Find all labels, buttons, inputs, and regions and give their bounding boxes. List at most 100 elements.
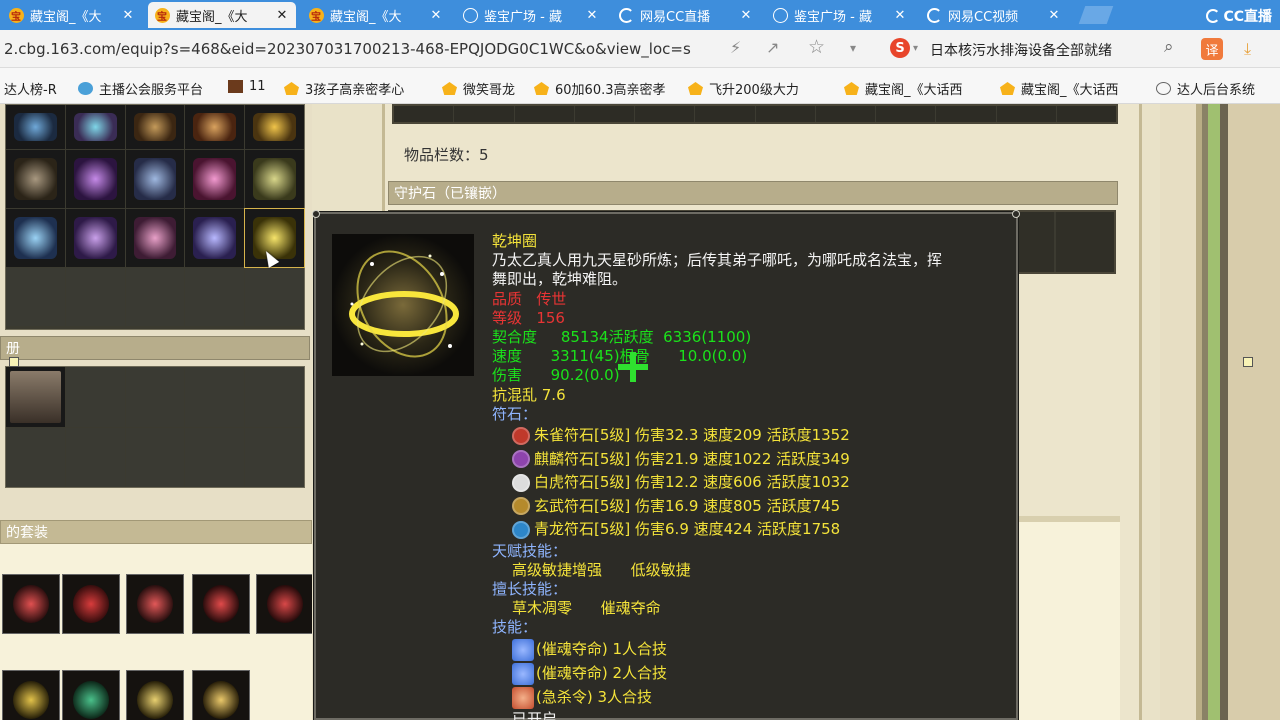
star-icon[interactable]: ☆ (808, 36, 825, 58)
skill-row: (催魂夺命) 1人合技 (512, 638, 992, 662)
bookmark-item[interactable]: 3孩子高亲密孝心 (284, 79, 404, 98)
cc-logo-icon (1206, 9, 1221, 23)
album-slot[interactable] (6, 367, 65, 427)
soul-snatch-skill-icon (512, 638, 534, 661)
bookmark-icon (78, 82, 93, 95)
close-icon[interactable]: ✕ (584, 8, 600, 23)
suit-item[interactable] (192, 670, 250, 720)
suit-item[interactable] (62, 574, 120, 634)
inventory-slot[interactable] (245, 105, 304, 149)
album-slot-empty[interactable] (125, 367, 185, 427)
suit-item[interactable] (256, 574, 314, 634)
inventory-slot[interactable] (185, 105, 245, 149)
bookmark-item[interactable]: 藏宝阁_《大话西 (1000, 79, 1119, 98)
album-slot-empty[interactable] (65, 367, 125, 427)
bookmark-item[interactable]: 11 (228, 79, 266, 94)
url-field[interactable]: 2.cbg.163.com/equip?s=468&eid=2023070317… (4, 40, 719, 58)
chevron-down-icon[interactable]: ▾ (850, 41, 856, 55)
inventory-slot[interactable] (125, 105, 185, 149)
search-input[interactable]: 日本核污水排海设备全部就绪 (930, 40, 1158, 60)
inventory-slot[interactable] (65, 209, 125, 267)
tab-cbg-3[interactable]: 宝 藏宝阁_《大 ✕ (302, 2, 450, 28)
bookmark-item[interactable]: 藏宝阁_《大话西 (844, 79, 963, 98)
inventory-slot[interactable] (245, 150, 304, 208)
close-icon[interactable]: ✕ (892, 8, 908, 23)
album-slot-empty[interactable] (245, 427, 304, 487)
close-icon[interactable]: ✕ (428, 8, 444, 23)
inventory-slot[interactable] (6, 209, 65, 267)
level-label: 等级 (492, 308, 523, 327)
tab-appraisal-1[interactable]: 鉴宝广场 - 藏 ✕ (456, 2, 606, 28)
fit-row: 契合度 85134活跃度 6336(1100) (492, 328, 992, 347)
album-slot-empty[interactable] (185, 367, 245, 427)
suit-item[interactable] (126, 670, 184, 720)
suit-item[interactable] (2, 574, 60, 634)
suit-item[interactable] (126, 574, 184, 634)
tab-cc-video[interactable]: 网易CC视频 ✕ (920, 2, 1068, 28)
bookmark-item[interactable]: 主播公会服务平台 (78, 79, 203, 98)
bookmark-item[interactable]: 飞升200级大力 (688, 79, 799, 98)
right-decoration (1160, 104, 1280, 720)
close-icon[interactable]: ✕ (274, 8, 290, 23)
inventory-slot[interactable] (125, 209, 185, 267)
album-slot-empty[interactable] (65, 427, 125, 487)
suit-item[interactable] (2, 670, 60, 720)
close-icon[interactable]: ✕ (120, 8, 136, 23)
close-icon[interactable]: ✕ (1046, 8, 1062, 23)
item-description: 乃太乙真人用九天星砂所炼；后传其弟子哪吒，为哪吒成名法宝，挥舞即出，乾坤难阻。 (492, 251, 943, 289)
resize-handle[interactable] (9, 357, 19, 367)
hit-value: 10.0(0.0) (678, 347, 748, 366)
specialty-skill: 草木凋零 (512, 599, 573, 618)
cbg-icon (534, 82, 549, 95)
inventory-slot[interactable] (185, 150, 245, 208)
bookmark-item[interactable]: 达人榜-R (4, 79, 57, 98)
scroll-item-icon (14, 158, 57, 200)
tab-appraisal-2[interactable]: 鉴宝广场 - 藏 ✕ (766, 2, 914, 28)
gauntlet-item-icon (14, 217, 57, 259)
engine-dropdown-icon[interactable]: ▾ (913, 43, 918, 54)
ribbon-item-icon (73, 158, 117, 200)
resize-handle[interactable] (1243, 357, 1253, 367)
share-icon[interactable]: ↗ (766, 38, 779, 57)
inventory-slot[interactable] (185, 209, 245, 267)
globe-icon (462, 7, 478, 23)
search-icon[interactable]: ⌕ (1164, 37, 1174, 57)
token-item-icon (133, 113, 177, 141)
inventory-slot-empty[interactable] (6, 268, 65, 326)
necklace-item-icon (137, 585, 173, 623)
golden-ring-item-icon (13, 681, 49, 719)
album-grid (5, 366, 305, 488)
lightning-icon[interactable]: ⚡ (730, 38, 741, 57)
suit-item[interactable] (192, 574, 250, 634)
address-bar: 2.cbg.163.com/equip?s=468&eid=2023070317… (0, 30, 1280, 68)
download-icon[interactable]: ⤓ (1244, 39, 1251, 59)
tab-cbg-1[interactable]: 宝 藏宝阁_《大 ✕ (2, 2, 142, 28)
right-stripe (1208, 104, 1220, 720)
album-slot-empty[interactable] (185, 427, 245, 487)
inventory-slot-empty[interactable] (65, 268, 125, 326)
album-slot-empty[interactable] (125, 427, 185, 487)
close-icon[interactable]: ✕ (738, 8, 754, 23)
activity-value: 6336(1100) (663, 328, 752, 347)
tab-cbg-2[interactable]: 宝 藏宝阁_《大 ✕ (148, 2, 296, 28)
bookmark-item[interactable]: 微笑哥龙 (442, 79, 515, 98)
album-slot-empty[interactable] (6, 427, 65, 487)
sogou-search-icon[interactable]: S (890, 38, 910, 58)
tab-cc-live[interactable]: 网易CC直播 ✕ (612, 2, 760, 28)
inventory-slot[interactable] (6, 105, 65, 149)
inventory-slot-empty[interactable] (245, 268, 304, 326)
inventory-slot[interactable] (65, 150, 125, 208)
new-tab-button[interactable] (1078, 6, 1114, 24)
inventory-slot[interactable] (125, 150, 185, 208)
tab-title: 藏宝阁_《大 (330, 9, 402, 25)
bookmark-item[interactable]: 60加60.3高亲密孝 (534, 79, 666, 98)
inventory-slot-empty[interactable] (125, 268, 185, 326)
bookmark-item[interactable]: 达人后台系统 (1156, 79, 1255, 98)
translate-button[interactable]: 译 (1201, 38, 1223, 60)
inventory-slot[interactable] (65, 105, 125, 149)
suit-item[interactable] (62, 670, 120, 720)
top-slot-row (392, 104, 1118, 124)
album-slot-empty[interactable] (245, 367, 304, 427)
inventory-slot-empty[interactable] (185, 268, 245, 326)
inventory-slot[interactable] (6, 150, 65, 208)
